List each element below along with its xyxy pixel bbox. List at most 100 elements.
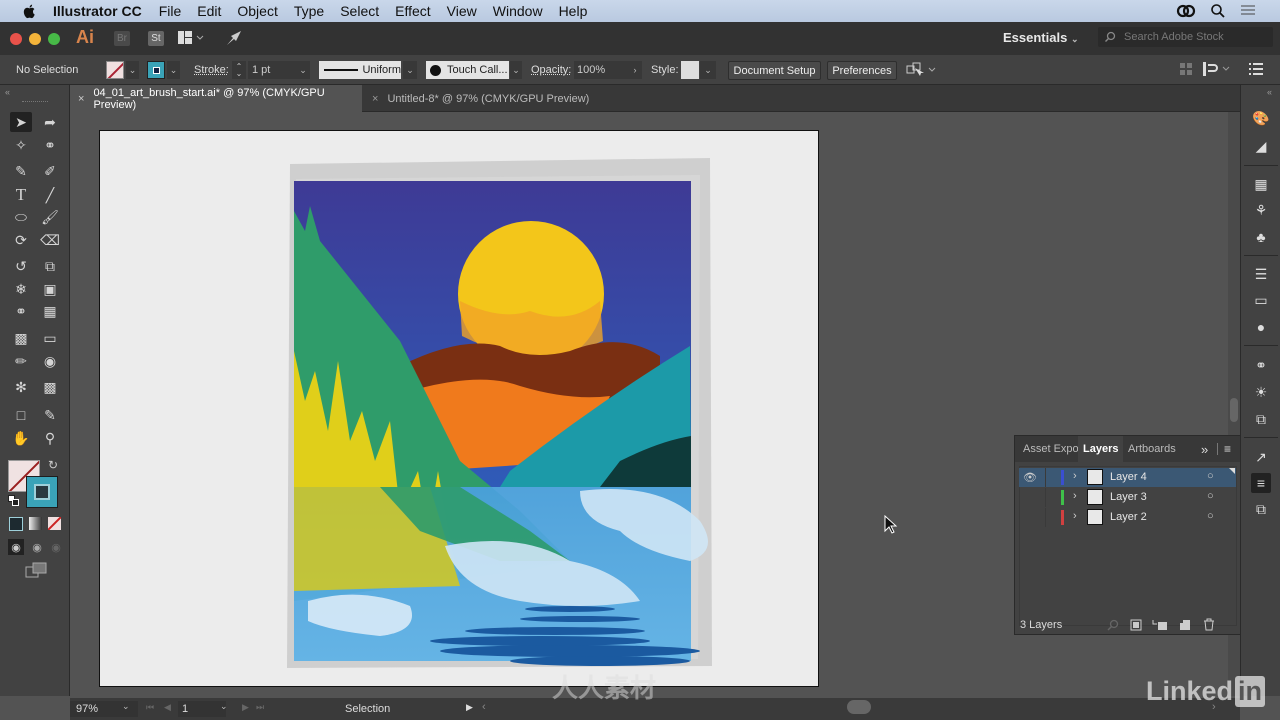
draw-inside-icon[interactable]: ◉	[48, 539, 64, 555]
tool-pen[interactable]: ✎	[10, 161, 32, 181]
expand-layer-icon[interactable]: ›	[1073, 510, 1077, 522]
tool-gradient[interactable]: ▭	[39, 328, 61, 348]
fill-dropdown[interactable]: ⌄	[126, 61, 139, 79]
gpu-performance-icon[interactable]	[225, 29, 243, 47]
tool-curvature[interactable]: ✐	[39, 161, 61, 181]
stroke-weight-input[interactable]: 1 pt	[248, 61, 296, 79]
target-circle-icon[interactable]: ○	[1207, 470, 1214, 482]
brush-dropdown[interactable]: ⌄	[510, 61, 522, 79]
minimize-window-button[interactable]	[29, 33, 41, 45]
target-circle-icon[interactable]: ○	[1207, 490, 1214, 502]
make-clipping-mask-icon[interactable]	[1130, 619, 1142, 631]
scroll-left-arrow[interactable]: ‹	[482, 701, 486, 713]
visibility-toggle[interactable]: 👁	[1023, 471, 1045, 484]
libraries-icon[interactable]: ⚭	[1251, 355, 1271, 375]
color-mode-button[interactable]	[9, 517, 23, 531]
expand-tabs-icon[interactable]: »	[1201, 436, 1208, 462]
layer-row[interactable]: › Layer 3 ○	[1019, 488, 1236, 507]
delete-layer-icon[interactable]	[1203, 618, 1215, 631]
graphic-style-swatch[interactable]	[681, 61, 699, 79]
next-artboard-button[interactable]: ▶	[242, 702, 249, 713]
tool-ellipse[interactable]: ⬭	[10, 207, 32, 227]
tool-type[interactable]: T	[10, 185, 32, 205]
close-tab-icon[interactable]: ×	[372, 93, 378, 105]
bridge-icon[interactable]: Br	[114, 31, 130, 46]
stock-icon[interactable]: St	[148, 31, 164, 46]
stroke-panel-icon[interactable]: ☰	[1251, 264, 1271, 284]
panel-menu-icon[interactable]	[1249, 63, 1263, 75]
locate-object-icon[interactable]	[1107, 619, 1119, 631]
align-icon[interactable]	[1203, 62, 1231, 76]
menu-type[interactable]: Type	[294, 3, 324, 19]
brush-definition-select[interactable]: Touch Call...	[426, 61, 509, 79]
tool-shape-builder[interactable]: ⚭	[10, 301, 32, 321]
zoom-window-button[interactable]	[48, 33, 60, 45]
stroke-dropdown[interactable]: ⌄	[167, 61, 180, 79]
create-sublayer-icon[interactable]	[1152, 619, 1168, 631]
panel-grip[interactable]	[22, 101, 48, 103]
tool-paintbrush[interactable]: 🖌	[39, 207, 61, 227]
tool-zoom[interactable]: ⚲	[39, 428, 61, 448]
workspace-switcher[interactable]: Essentials ⌄	[1003, 30, 1079, 45]
opacity-expand[interactable]: ›	[628, 61, 642, 79]
default-fill-stroke-icon[interactable]	[8, 495, 19, 506]
isolate-icon[interactable]	[1180, 63, 1192, 75]
tab-layers[interactable]: Layers	[1078, 436, 1124, 462]
swap-fill-stroke-icon[interactable]: ↻	[48, 458, 58, 472]
artboard[interactable]	[99, 130, 819, 687]
layers-icon[interactable]: ≡	[1251, 473, 1271, 493]
draw-behind-icon[interactable]: ◉	[29, 539, 45, 555]
first-artboard-button[interactable]: ⏮	[146, 702, 154, 713]
create-new-layer-icon[interactable]	[1179, 619, 1191, 631]
draw-normal-icon[interactable]: ◉	[8, 539, 24, 555]
visibility-toggle[interactable]	[1023, 511, 1045, 524]
expand-layer-icon[interactable]: ›	[1073, 470, 1077, 482]
tool-eyedropper[interactable]: ✏	[10, 351, 32, 371]
previous-artboard-button[interactable]: ◀	[164, 702, 171, 713]
tab-asset-export[interactable]: Asset Expo	[1023, 436, 1078, 462]
tool-direct-selection[interactable]: ➦	[39, 112, 61, 132]
tool-selection[interactable]: ➤	[10, 112, 32, 132]
tool-slice[interactable]: ✎	[39, 405, 61, 425]
layer-name[interactable]: Layer 2	[1110, 511, 1147, 523]
fill-swatch[interactable]	[106, 61, 124, 79]
symbols-icon[interactable]: ♣	[1251, 227, 1271, 247]
horizontal-scroll-thumb[interactable]	[847, 700, 871, 714]
appearance-icon[interactable]: ☀	[1251, 382, 1271, 402]
layer-row[interactable]: 👁 › Layer 4 ○	[1019, 468, 1236, 487]
gradient-mode-button[interactable]	[29, 517, 42, 530]
color-panel-icon[interactable]: 🎨	[1251, 108, 1271, 128]
expand-panels-icon[interactable]: «	[1267, 87, 1272, 97]
tab-untitled-8[interactable]: × Untitled-8* @ 97% (CMYK/GPU Preview)	[366, 85, 589, 112]
stroke-label[interactable]: Stroke:	[194, 64, 229, 76]
tool-shaper[interactable]: ⟳	[10, 230, 32, 250]
panel-menu-icon[interactable]: ≡	[1224, 436, 1231, 462]
artboards-icon[interactable]: ⧉	[1251, 499, 1271, 519]
expand-layer-icon[interactable]: ›	[1073, 490, 1077, 502]
layer-name[interactable]: Layer 4	[1110, 471, 1147, 483]
artboard-number-input[interactable]: 1	[178, 701, 226, 717]
apple-icon[interactable]	[22, 3, 38, 19]
tool-scale[interactable]: ⧉	[39, 256, 61, 276]
opacity-label[interactable]: Opacity:	[531, 64, 571, 76]
spotlight-search-icon[interactable]	[1210, 3, 1226, 19]
tool-warp[interactable]: ❄	[10, 279, 32, 299]
tool-line-segment[interactable]: ╱	[39, 185, 61, 205]
change-screen-mode-icon[interactable]	[25, 562, 47, 578]
brushes-icon[interactable]: ⚘	[1251, 200, 1271, 220]
close-tab-icon[interactable]: ×	[78, 93, 84, 105]
tool-blend[interactable]: ◉	[39, 351, 61, 371]
asset-export-icon[interactable]: ↗	[1251, 447, 1271, 467]
tab-artboards[interactable]: Artboards	[1128, 436, 1176, 462]
menu-file[interactable]: File	[159, 3, 182, 19]
layer-row[interactable]: › Layer 2 ○	[1019, 508, 1236, 527]
profile-dropdown[interactable]: ⌄	[403, 61, 417, 79]
style-dropdown[interactable]: ⌄	[700, 61, 716, 79]
app-menu[interactable]: Illustrator CC	[53, 3, 142, 19]
menu-edit[interactable]: Edit	[197, 3, 221, 19]
collapse-panel-icon[interactable]: «	[5, 87, 10, 97]
status-menu-arrow[interactable]: ▶	[466, 702, 473, 713]
tool-lasso[interactable]: ⚭	[39, 135, 61, 155]
stroke-weight-dropdown[interactable]: ⌄	[296, 61, 310, 79]
adobe-stock-search-input[interactable]: Search Adobe Stock	[1098, 27, 1273, 47]
